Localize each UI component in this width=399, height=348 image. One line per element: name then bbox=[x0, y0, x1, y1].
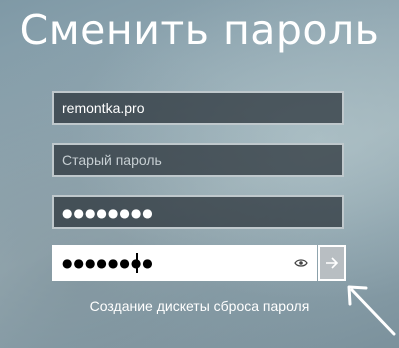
confirm-password-row: ●●●●●●●● bbox=[52, 245, 346, 281]
arrow-right-icon bbox=[325, 254, 339, 273]
annotation-arrow-icon bbox=[347, 285, 396, 336]
new-password-field[interactable]: ●●●●●●●● bbox=[52, 195, 344, 229]
old-password-field[interactable]: Старый пароль bbox=[52, 143, 344, 177]
page-title: Сменить пароль bbox=[19, 6, 380, 54]
confirm-password-field[interactable]: ●●●●●●●● bbox=[52, 245, 317, 281]
username-field[interactable]: remontka.pro bbox=[52, 91, 344, 125]
new-password-value: ●●●●●●●● bbox=[62, 206, 154, 220]
old-password-placeholder: Старый пароль bbox=[62, 152, 162, 168]
submit-button[interactable] bbox=[318, 245, 346, 281]
confirm-password-value: ●●●●●●●● bbox=[62, 256, 154, 270]
text-caret bbox=[136, 253, 138, 273]
username-value: remontka.pro bbox=[62, 100, 145, 116]
eye-icon[interactable] bbox=[291, 253, 311, 273]
